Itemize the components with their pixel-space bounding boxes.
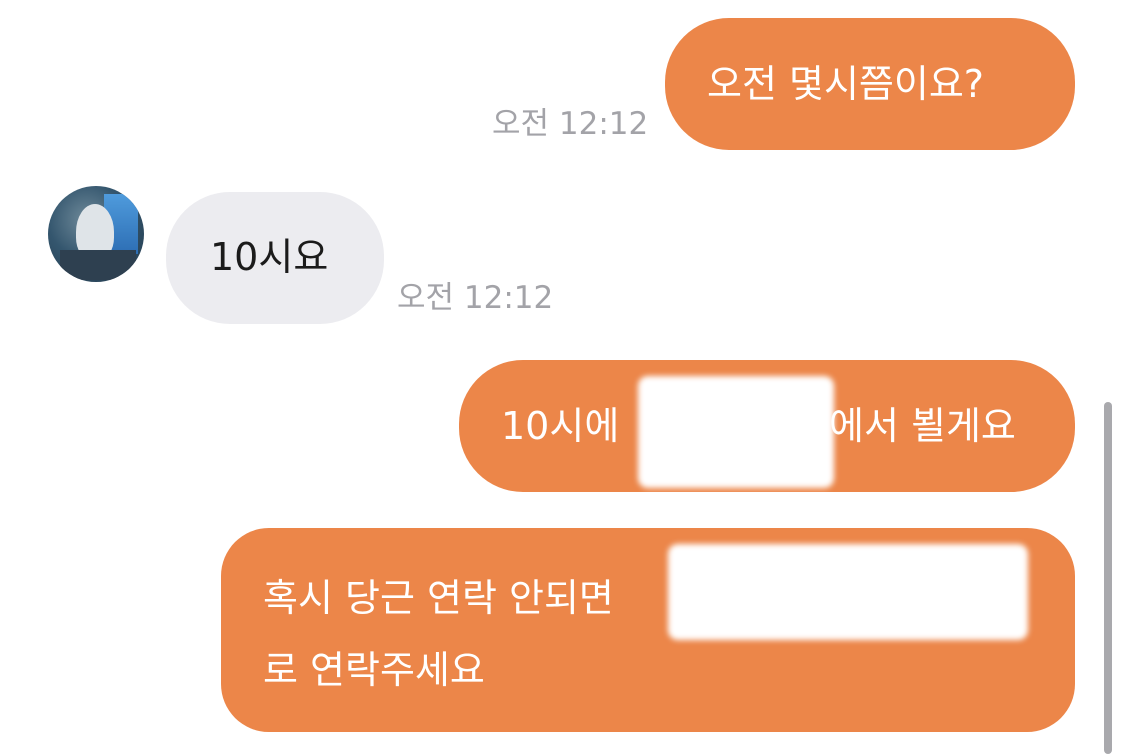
- message-text-line-1: 혹시 당근 연락 안되면: [263, 576, 614, 620]
- message-text-start: 10시에: [501, 404, 620, 448]
- redaction-mark: [638, 376, 834, 488]
- contact-avatar[interactable]: [48, 186, 144, 282]
- message-text: 오전 몇시쯤이요?: [707, 62, 984, 106]
- message-timestamp: 오전 12:12: [397, 280, 554, 316]
- redaction-mark: [668, 544, 1028, 640]
- scrollbar[interactable]: [1104, 402, 1112, 754]
- message-timestamp: 오전 12:12: [492, 106, 649, 142]
- incoming-message-bubble[interactable]: 10시요: [166, 192, 384, 324]
- message-text: 10시요: [210, 235, 329, 279]
- chat-screen: 오전 12:12 오전 몇시쯤이요? 10시요 오전 12:12 10시에 에서…: [0, 0, 1123, 754]
- outgoing-message-bubble[interactable]: 오전 몇시쯤이요?: [665, 18, 1075, 150]
- avatar-photo-base: [60, 250, 136, 280]
- message-text-end: 에서 뵐게요: [829, 404, 1016, 448]
- message-text-line-2: 로 연락주세요: [263, 648, 485, 692]
